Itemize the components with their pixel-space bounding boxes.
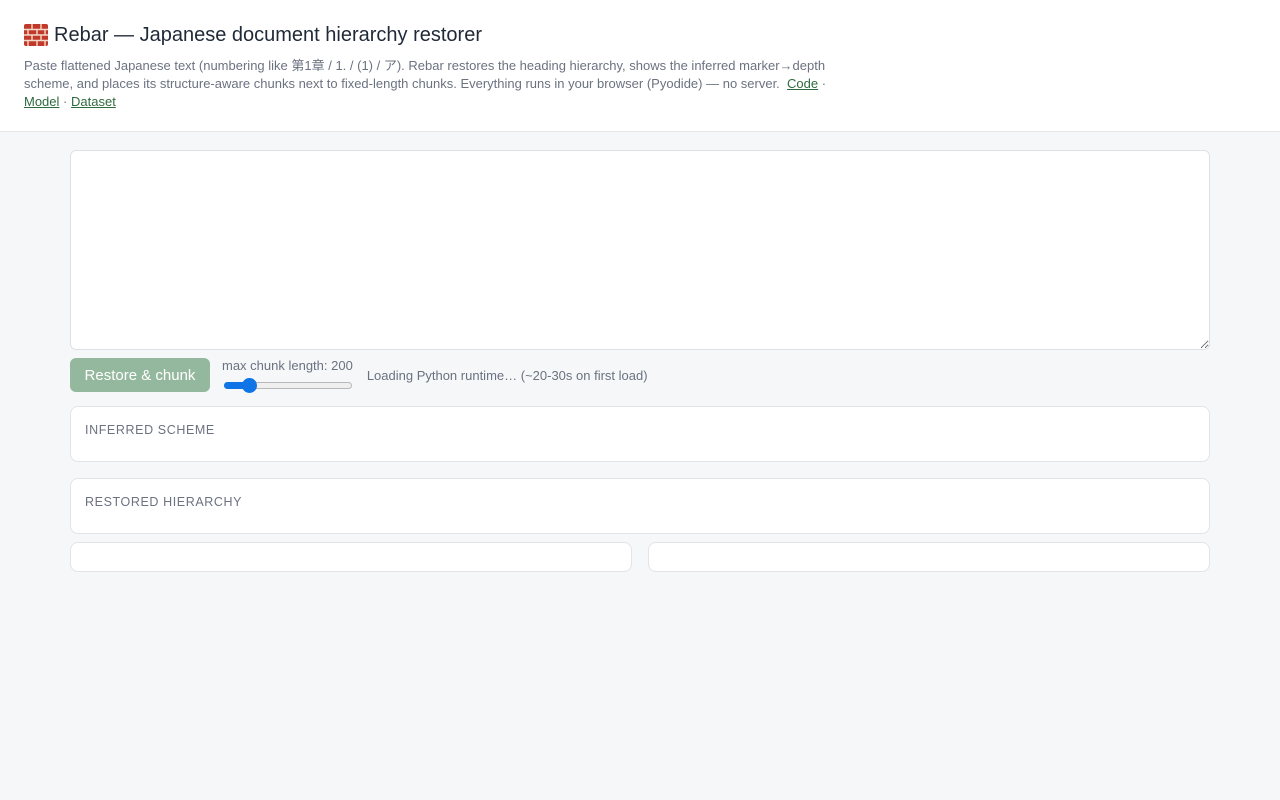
link-separator: ·	[821, 76, 827, 91]
inferred-scheme-title: INFERRED SCHEME	[85, 423, 215, 437]
model-link[interactable]: Model	[24, 94, 59, 109]
title-text: Rebar — Japanese document hierarchy rest…	[54, 24, 482, 46]
link-separator: ·	[63, 94, 68, 109]
app-header: Rebar — Japanese document hierarchy rest…	[0, 0, 1280, 132]
structure-chunks-panel	[70, 542, 632, 572]
dataset-link[interactable]: Dataset	[71, 94, 116, 109]
chunk-length-label: max chunk length: 200	[222, 358, 353, 373]
description-text: Paste flattened Japanese text (numbering…	[24, 58, 826, 91]
slider-thumb[interactable]	[242, 378, 257, 393]
controls-bar: Restore & chunk max chunk length: 200 Lo…	[70, 358, 1210, 393]
restored-hierarchy-panel: RESTORED HIERARCHY	[70, 478, 1210, 534]
code-link[interactable]: Code	[787, 76, 818, 91]
main-content: Restore & chunk max chunk length: 200 Lo…	[0, 132, 1280, 572]
brick-icon	[24, 24, 48, 46]
page-title: Rebar — Japanese document hierarchy rest…	[24, 22, 1256, 48]
restore-chunk-button[interactable]: Restore & chunk	[70, 358, 210, 392]
restored-hierarchy-title: RESTORED HIERARCHY	[85, 495, 243, 509]
chunk-comparison	[70, 542, 1210, 572]
inferred-scheme-panel: INFERRED SCHEME	[70, 406, 1210, 462]
chunk-length-slider[interactable]	[222, 377, 352, 393]
runtime-status: Loading Python runtime… (~20-30s on firs…	[366, 367, 648, 383]
app-description: Paste flattened Japanese text (numbering…	[24, 57, 844, 111]
fixed-chunks-panel	[648, 542, 1210, 572]
text-input[interactable]	[70, 150, 1210, 350]
chunk-length-control: max chunk length: 200	[222, 358, 353, 393]
